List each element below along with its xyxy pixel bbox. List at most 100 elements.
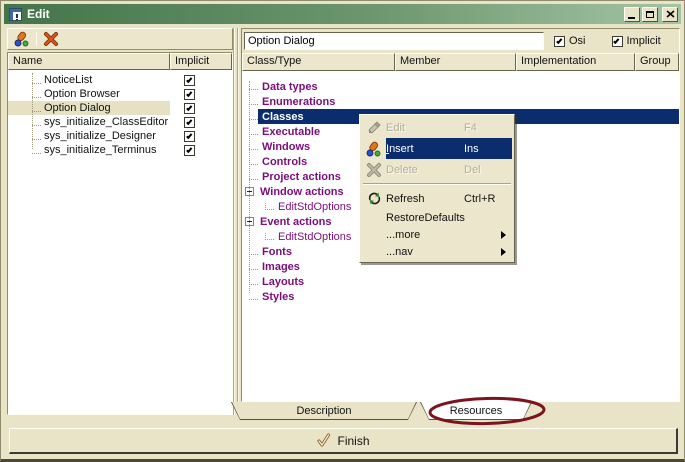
tree-connector (32, 77, 41, 84)
bottom-tabstrip: Description Resources (231, 402, 532, 420)
list-item-label: NoticeList (41, 74, 95, 86)
list-toolbar (7, 28, 233, 50)
column-header-implicit[interactable]: Implicit (170, 53, 232, 70)
minimize-button[interactable] (624, 7, 640, 22)
tab-label: Description (296, 405, 351, 417)
check-icon (186, 132, 192, 138)
column-header-classtype[interactable]: Class/Type (242, 53, 395, 71)
implicit-checkbox-top[interactable] (612, 36, 623, 47)
minimize-icon (628, 17, 635, 19)
finish-label: Finish (337, 434, 369, 448)
column-header-member[interactable]: Member (395, 53, 516, 71)
osi-checkbox[interactable] (554, 36, 565, 47)
menu-item-refresh[interactable]: Refresh Ctrl+R (362, 188, 512, 209)
menu-item-more[interactable]: ...more (362, 226, 512, 243)
tree-item-label: Window actions (256, 186, 348, 198)
tree-item[interactable]: Data types (242, 79, 679, 94)
name-input[interactable] (244, 32, 544, 50)
tree-connector (249, 263, 258, 270)
check-icon (556, 37, 562, 43)
menu-item-nav[interactable]: ...nav (362, 243, 512, 260)
menu-item-restoredefaults[interactable]: RestoreDefaults (362, 209, 512, 226)
implicit-checkbox[interactable] (184, 117, 195, 128)
tree-connector (32, 147, 41, 154)
close-icon (666, 10, 675, 18)
implicit-checkbox[interactable] (184, 131, 195, 142)
tree-item[interactable]: Layouts (242, 274, 679, 289)
menu-item-label: Delete (386, 164, 464, 176)
tree-item[interactable]: Enumerations (242, 94, 679, 109)
edit-dialog-window: Edit (0, 0, 685, 462)
toolbar-separator (36, 32, 37, 46)
tree-item-label: Data types (258, 81, 322, 93)
maximize-button[interactable] (642, 7, 658, 22)
list-item[interactable]: NoticeList (8, 73, 232, 87)
list-item[interactable]: Option Browser (8, 87, 232, 101)
collapse-icon[interactable] (245, 187, 254, 196)
menu-item-delete[interactable]: Delete Del (362, 159, 512, 180)
column-header-group[interactable]: Group (635, 53, 679, 71)
tree-connector (32, 91, 41, 98)
submenu-arrow-icon (501, 231, 510, 239)
menu-item-insert[interactable]: Insert Ins (362, 138, 512, 159)
tree-item-label: Event actions (256, 216, 336, 228)
menu-item-edit[interactable]: Edit F4 (362, 117, 512, 138)
tree-item-label: Enumerations (258, 96, 339, 108)
maximize-icon (646, 11, 654, 18)
context-menu: Edit F4 Insert Ins Delete Del (359, 114, 515, 263)
list-item-selected[interactable]: Option Dialog (8, 101, 232, 115)
submenu-arrow-icon (501, 248, 510, 256)
insert-icon (14, 31, 30, 47)
menu-item-label: RestoreDefaults (386, 212, 465, 224)
insert-button[interactable] (12, 30, 32, 48)
tab-description[interactable]: Description (231, 402, 417, 420)
tab-label: Resources (450, 405, 503, 417)
column-header-implementation[interactable]: Implementation (516, 53, 635, 71)
column-header-name[interactable]: Name (8, 53, 170, 70)
edit-icon (367, 120, 382, 135)
tree-connector (32, 119, 41, 126)
implicit-checkbox[interactable] (184, 75, 195, 86)
list-item-label: sys_initialize_Terminus (41, 144, 160, 156)
tree-item-label: Classes (258, 111, 308, 123)
delete-button[interactable] (41, 30, 61, 48)
tree-item-label: Project actions (258, 171, 345, 183)
tree-connector (249, 98, 258, 105)
list-header: Name Implicit (8, 53, 232, 70)
finish-button[interactable]: Finish (9, 428, 678, 454)
title-bar[interactable]: Edit (4, 4, 681, 24)
tree-connector (32, 133, 41, 140)
implicit-checkbox[interactable] (184, 89, 195, 100)
tree-connector (249, 128, 258, 135)
tab-resources[interactable]: Resources (420, 402, 532, 420)
list-item[interactable]: sys_initialize_ClassEditor (8, 115, 232, 129)
window-icon (9, 8, 22, 21)
check-icon (613, 37, 619, 43)
list-item[interactable]: sys_initialize_Terminus (8, 143, 232, 157)
list-item-label: sys_initialize_ClassEditor (41, 116, 171, 128)
panel-splitter[interactable] (233, 28, 241, 415)
menu-shortcut: F4 (464, 122, 512, 134)
implicit-checkbox[interactable] (184, 145, 195, 156)
table-header: Class/Type Member Implementation Group (242, 53, 679, 71)
menu-item-label: ...nav (386, 246, 464, 258)
menu-shortcut: Del (464, 164, 512, 176)
collapse-icon[interactable] (245, 217, 254, 226)
check-icon (186, 76, 192, 82)
list-item-label: Option Browser (41, 88, 123, 100)
list-item-label: sys_initialize_Designer (41, 130, 159, 142)
tree-item-label: Windows (258, 141, 314, 153)
close-button[interactable] (662, 7, 678, 22)
tree-item-label: Layouts (258, 276, 308, 288)
menu-shortcut: Ctrl+R (464, 193, 512, 205)
finish-check-icon (316, 433, 331, 448)
implicit-checkbox[interactable] (184, 103, 195, 114)
osi-label: Osi (569, 35, 586, 47)
tree-connector (249, 143, 258, 150)
name-filter-row: Osi Implicit (242, 29, 679, 53)
tree-item[interactable]: Styles (242, 289, 679, 304)
menu-item-label: Refresh (386, 193, 464, 205)
window-title: Edit (27, 7, 50, 21)
list-item[interactable]: sys_initialize_Designer (8, 129, 232, 143)
tree-connector (265, 203, 274, 210)
